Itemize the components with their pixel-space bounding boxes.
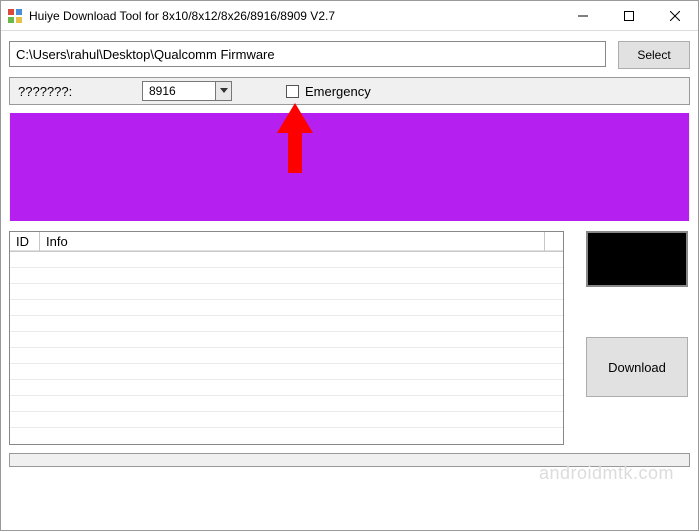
col-info[interactable]: Info: [40, 232, 545, 251]
emergency-label: Emergency: [305, 84, 371, 99]
table-header: ID Info: [10, 232, 563, 252]
col-id[interactable]: ID: [10, 232, 40, 251]
preview-box: [586, 231, 688, 287]
status-panel: [9, 113, 690, 221]
table-row: [10, 284, 563, 300]
table-row: [10, 348, 563, 364]
select-button[interactable]: Select: [618, 41, 690, 69]
emergency-checkbox[interactable]: [286, 85, 299, 98]
table-row: [10, 412, 563, 428]
table-row: [10, 332, 563, 348]
status-bar: [9, 453, 690, 467]
table-row: [10, 364, 563, 380]
table-body: [10, 252, 563, 428]
chipset-dropdown[interactable]: 8916: [142, 81, 232, 101]
emergency-checkbox-wrap[interactable]: Emergency: [286, 84, 371, 99]
window-title: Huiye Download Tool for 8x10/8x12/8x26/8…: [29, 9, 560, 23]
table-row: [10, 268, 563, 284]
chevron-down-icon: [215, 82, 231, 100]
table-row: [10, 252, 563, 268]
table-row: [10, 300, 563, 316]
col-tail: [545, 232, 563, 251]
chipset-value: 8916: [143, 84, 215, 98]
right-column: Download: [586, 231, 690, 445]
titlebar: Huiye Download Tool for 8x10/8x12/8x26/8…: [1, 1, 698, 31]
table-row: [10, 396, 563, 412]
download-button[interactable]: Download: [586, 337, 688, 397]
app-icon: [7, 8, 23, 24]
firmware-path-value: C:\Users\rahul\Desktop\Qualcomm Firmware: [16, 47, 275, 62]
config-label: ???????:: [18, 84, 118, 99]
maximize-button[interactable]: [606, 1, 652, 30]
log-table[interactable]: ID Info: [9, 231, 564, 445]
path-row: C:\Users\rahul\Desktop\Qualcomm Firmware…: [9, 41, 690, 69]
table-row: [10, 380, 563, 396]
config-panel: ???????: 8916 Emergency: [9, 77, 690, 105]
content-area: C:\Users\rahul\Desktop\Qualcomm Firmware…: [1, 31, 698, 473]
minimize-button[interactable]: [560, 1, 606, 30]
firmware-path-input[interactable]: C:\Users\rahul\Desktop\Qualcomm Firmware: [9, 41, 606, 67]
close-button[interactable]: [652, 1, 698, 30]
lower-section: ID Info Download: [9, 231, 690, 445]
table-row: [10, 316, 563, 332]
